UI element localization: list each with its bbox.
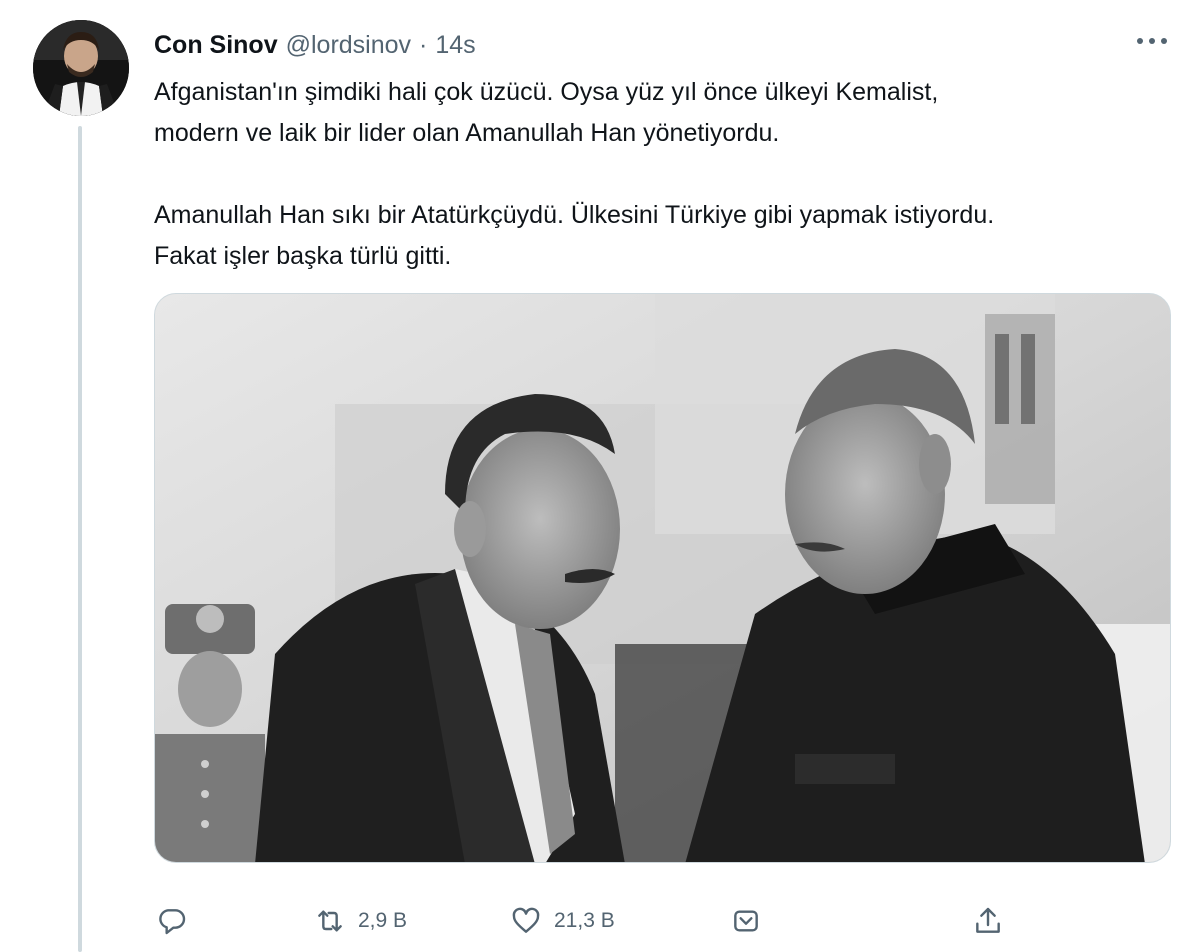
tweet-header: Con Sinov @lordsinov · 14s bbox=[154, 28, 476, 62]
retweet-button[interactable]: 2,9 B bbox=[314, 900, 407, 942]
avatar[interactable] bbox=[33, 20, 129, 116]
tweet-text-line: modern ve laik bir lider olan Amanullah … bbox=[154, 119, 780, 147]
tweet-text-line: Fakat işler başka türlü gitti. bbox=[154, 242, 452, 270]
tip-icon bbox=[734, 910, 758, 932]
like-button[interactable]: 21,3 B bbox=[510, 900, 615, 942]
more-dots-icon bbox=[1137, 38, 1167, 44]
retweet-count: 2,9 B bbox=[358, 909, 408, 932]
tweet-text: Afganistan'ın şimdiki hali çok üzücü. Oy… bbox=[154, 72, 1184, 277]
user-handle[interactable]: @lordsinov bbox=[286, 31, 411, 60]
tweet-photo[interactable] bbox=[154, 293, 1171, 863]
avatar-photo bbox=[33, 20, 129, 116]
tweet-actions: 2,9 B 21,3 B bbox=[154, 900, 1184, 942]
tweet-text-line: Afganistan'ın şimdiki hali çok üzücü. Oy… bbox=[154, 78, 939, 106]
share-icon bbox=[976, 907, 1000, 933]
tweet-text-line: Amanullah Han sıkı bir Atatürkçüydü. Ülk… bbox=[154, 201, 995, 229]
separator-dot: · bbox=[419, 30, 428, 59]
tweet-time[interactable]: 14s bbox=[435, 31, 475, 60]
more-options-button[interactable] bbox=[1132, 28, 1172, 54]
share-button[interactable] bbox=[972, 900, 1004, 942]
retweet-icon bbox=[318, 910, 342, 932]
historic-photo bbox=[155, 294, 1170, 862]
like-count: 21,3 B bbox=[554, 909, 615, 932]
heart-icon bbox=[512, 907, 540, 933]
reply-icon bbox=[159, 909, 186, 935]
reply-button[interactable] bbox=[156, 900, 188, 942]
tip-button[interactable] bbox=[730, 900, 762, 942]
thread-line bbox=[78, 126, 82, 952]
display-name[interactable]: Con Sinov bbox=[154, 31, 278, 60]
